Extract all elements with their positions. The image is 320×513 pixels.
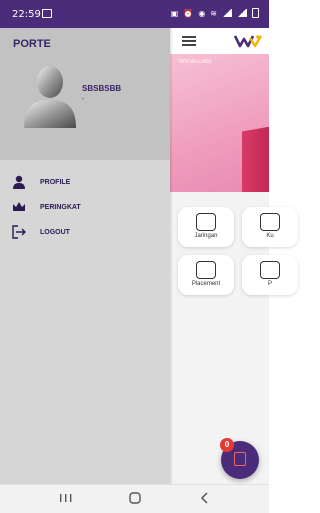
wifi-icon: ≋ xyxy=(210,8,217,18)
signal-icon xyxy=(222,9,232,17)
tile-ku[interactable]: Ku xyxy=(242,207,298,247)
tile-label: Jaringan xyxy=(194,233,218,239)
logout-icon xyxy=(12,225,26,239)
status-bar: 22:59 ▣ ⏰ ◉ ≋ xyxy=(0,0,269,28)
bag-icon xyxy=(234,452,246,466)
tile-jaringan[interactable]: Jaringan xyxy=(178,207,234,247)
main-content: TIRTA WALLINDO Jaringan Ku Placement P 0 xyxy=(170,28,298,484)
tile-placement[interactable]: Placement xyxy=(178,255,234,295)
system-nav-bar xyxy=(0,484,269,513)
gallery-icon xyxy=(42,9,52,18)
promo-banner[interactable]: TIRTA WALLINDO xyxy=(170,54,269,192)
home-icon[interactable] xyxy=(125,491,145,505)
battery-icon xyxy=(252,8,259,18)
placement-icon xyxy=(196,261,216,279)
menu-item-profile[interactable]: PROFILE xyxy=(0,170,170,194)
brand-logo-icon xyxy=(234,35,263,48)
signal-icon-2 xyxy=(237,9,247,17)
tile-p[interactable]: P xyxy=(242,255,298,295)
menu-item-label: LOGOUT xyxy=(40,228,70,236)
tile-icon xyxy=(260,213,280,231)
avatar[interactable] xyxy=(20,62,80,128)
menu-item-peringkat[interactable]: PERINGKAT xyxy=(0,195,170,219)
network-icon xyxy=(196,213,216,231)
menu-tiles: Jaringan Ku Placement P xyxy=(170,192,298,312)
back-icon[interactable] xyxy=(195,491,215,505)
status-time: 22:59 xyxy=(12,9,41,20)
banner-tag: TIRTA WALLINDO xyxy=(178,59,212,64)
tile-label: Ku xyxy=(266,233,274,239)
drawer-menu: PROFILE PERINGKAT LOGOUT xyxy=(0,170,170,245)
tile-label: P xyxy=(267,281,272,287)
recents-icon[interactable] xyxy=(56,491,76,505)
navigation-drawer: PORTE SBSBSBB - PROFILE PERINGKAT LOGOUT xyxy=(0,28,170,484)
alarm-icon: ⏰ xyxy=(183,8,194,18)
person-icon xyxy=(13,175,25,189)
cart-badge: 0 xyxy=(220,438,234,452)
menu-item-label: PROFILE xyxy=(40,178,71,186)
cart-fab-button[interactable]: 0 xyxy=(220,438,259,479)
user-name: SBSBSBB xyxy=(82,84,122,93)
tile-icon xyxy=(260,261,280,279)
notification-icon: ▣ xyxy=(170,8,179,18)
drawer-shadow xyxy=(170,28,173,484)
tile-label: Placement xyxy=(191,281,221,287)
drawer-header: PORTE SBSBSBB - xyxy=(0,28,170,160)
crown-icon xyxy=(13,202,25,211)
menu-icon[interactable] xyxy=(182,36,196,46)
drawer-title: PORTE xyxy=(13,38,51,50)
user-subtitle: - xyxy=(82,96,85,103)
product-image xyxy=(242,124,269,192)
status-icons: ▣ ⏰ ◉ ≋ xyxy=(171,8,259,18)
menu-item-logout[interactable]: LOGOUT xyxy=(0,220,170,244)
location-icon: ◉ xyxy=(198,8,206,18)
app-header xyxy=(170,28,269,55)
menu-item-label: PERINGKAT xyxy=(40,203,81,211)
